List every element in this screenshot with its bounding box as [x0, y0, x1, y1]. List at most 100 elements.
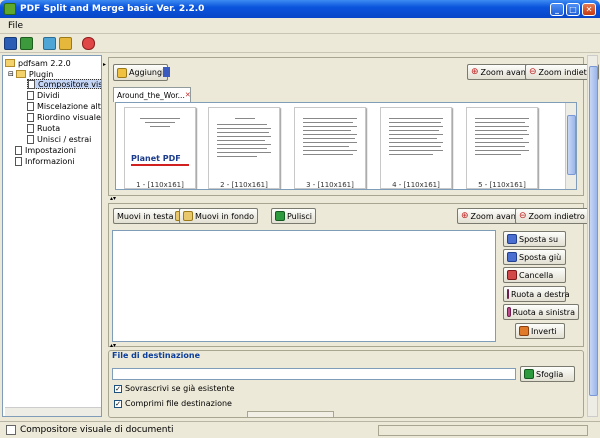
- page-thumbnail[interactable]: Planet PDF 1 - [110x161]: [124, 107, 196, 189]
- bookmark-icon[interactable]: [163, 67, 170, 77]
- move-up-label: Sposta su: [519, 234, 559, 244]
- thumbnails-scrollbar[interactable]: [565, 103, 576, 189]
- tree-item-visual-composer[interactable]: Compositore visuale: [27, 79, 102, 89]
- tree-item-split[interactable]: Dividi: [27, 90, 60, 100]
- compress-checkbox[interactable]: ✓ Comprimi file destinazione: [114, 399, 232, 408]
- move-top-label: Muovi in testa: [117, 211, 174, 221]
- tree-item-label: Riordino visuale: [37, 112, 101, 122]
- destination-section-label: File di destinazione: [112, 351, 203, 360]
- destination-path-input[interactable]: [112, 368, 516, 380]
- move-down-button[interactable]: Sposta giù: [503, 249, 566, 265]
- document-icon: [15, 156, 22, 166]
- page-list[interactable]: [112, 230, 496, 342]
- delete-label: Cancella: [519, 270, 554, 280]
- folder-icon: [524, 369, 534, 379]
- exit-icon[interactable]: [82, 37, 95, 50]
- planet-pdf-logo: Planet PDF: [131, 154, 181, 163]
- tree-item-alternate-mix[interactable]: Miscelazione alternata: [27, 101, 101, 111]
- tree-settings[interactable]: Impostazioni: [15, 145, 76, 155]
- rotate-left-button[interactable]: Ruota a sinistra: [503, 304, 579, 320]
- clean-icon[interactable]: [59, 37, 72, 50]
- document-icon: [27, 134, 34, 144]
- zoom-out-label: Zoom indietro: [528, 211, 585, 221]
- folder-open-icon: [15, 70, 26, 78]
- rotate-right-label: Ruota a destra: [511, 289, 570, 299]
- status-icon: [6, 425, 16, 435]
- checkbox-box[interactable]: ✓: [114, 399, 122, 408]
- browse-label: Sfoglia: [536, 369, 564, 379]
- toolbar: [0, 35, 600, 53]
- tree-plugins-label: Plugin: [28, 69, 54, 79]
- move-bottom-icon: [183, 211, 193, 221]
- thumbnails-area: Planet PDF 1 - [110x161] 2 - [110x161] 3…: [115, 102, 577, 190]
- tab-label: Around_the_Wor...: [117, 90, 185, 100]
- rotate-right-button[interactable]: Ruota a destra: [503, 286, 570, 302]
- delete-button[interactable]: Cancella: [503, 267, 566, 283]
- clear-button[interactable]: Pulisci: [271, 208, 316, 224]
- move-down-label: Sposta giù: [519, 252, 562, 262]
- move-bottom-button[interactable]: Muovi in fondo: [179, 208, 258, 224]
- page-thumbnail[interactable]: 2 - [110x161]: [208, 107, 280, 189]
- save-icon[interactable]: [4, 37, 17, 50]
- page-thumbnail[interactable]: 3 - [110x161]: [294, 107, 366, 189]
- document-icon: [27, 90, 34, 100]
- menu-file[interactable]: File: [8, 21, 23, 31]
- invert-label: Inverti: [531, 326, 557, 336]
- tree-item-label: Ruota: [37, 123, 61, 133]
- thumbnail-label: 4 - [110x161]: [392, 181, 440, 189]
- tree-info[interactable]: Informazioni: [15, 156, 75, 166]
- tree-item-merge-extract[interactable]: Unisci / estrai: [27, 134, 91, 144]
- close-tab-icon[interactable]: ✕: [185, 91, 191, 99]
- zoom-in-label: Zoom avanti: [480, 67, 532, 77]
- zoom-in-icon: ⊕: [461, 211, 469, 221]
- tree-item-label: Compositore visuale: [38, 79, 102, 89]
- bottom-zoom-out-button[interactable]: ⊖ Zoom indietro: [515, 208, 589, 224]
- add-button[interactable]: Aggiungi: [113, 64, 169, 81]
- invert-button[interactable]: Inverti: [515, 323, 565, 339]
- document-icon: [15, 145, 22, 155]
- main-vertical-scrollbar[interactable]: [587, 55, 598, 417]
- thumbnail-label: 1 - [110x161]: [136, 181, 184, 189]
- add-icon: [117, 67, 127, 78]
- document-icon: [27, 101, 34, 111]
- open-icon[interactable]: [20, 37, 33, 50]
- page-thumbnail[interactable]: 4 - [110x161]: [380, 107, 452, 189]
- rotate-left-label: Ruota a sinistra: [512, 307, 575, 317]
- tree-root[interactable]: pdfsam 2.2.0: [5, 58, 71, 68]
- maximize-button[interactable]: □: [566, 2, 580, 16]
- rotate-left-icon: [507, 307, 511, 317]
- close-button[interactable]: ✕: [582, 2, 596, 16]
- tree-item-visual-reorder[interactable]: Riordino visuale: [27, 112, 101, 122]
- settings-icon[interactable]: [43, 37, 56, 50]
- arrow-down-icon: [507, 252, 517, 262]
- page-thumbnail[interactable]: 5 - [110x161]: [466, 107, 538, 189]
- compress-label: Comprimi file destinazione: [125, 399, 232, 408]
- clear-label: Pulisci: [287, 211, 312, 221]
- browse-button[interactable]: Sfoglia: [520, 366, 575, 382]
- tree-horizontal-scrollbar[interactable]: [5, 407, 101, 416]
- folder-icon: [5, 59, 15, 67]
- tree-item-label: Miscelazione alternata: [37, 101, 101, 111]
- panel-divider[interactable]: ▴▾: [110, 196, 584, 202]
- document-tab[interactable]: Around_the_Wor... ✕: [113, 87, 191, 102]
- minimize-button[interactable]: _: [550, 2, 564, 16]
- tree-settings-label: Impostazioni: [25, 145, 76, 155]
- scrollbar-thumb[interactable]: [589, 66, 598, 396]
- menu-bar: File: [0, 18, 600, 34]
- checkbox-box[interactable]: ✓: [114, 384, 122, 393]
- arrow-up-icon: [507, 234, 517, 244]
- scrollbar-thumb[interactable]: [567, 115, 576, 175]
- thumbnail-label: 5 - [110x161]: [478, 181, 526, 189]
- title-bar: PDF Split and Merge basic Ver. 2.2.0 _ □…: [0, 0, 600, 18]
- thumbnail-label: 3 - [110x161]: [306, 181, 354, 189]
- add-label: Aggiungi: [129, 68, 165, 77]
- move-top-button[interactable]: Muovi in testa: [113, 208, 190, 224]
- panel-divider[interactable]: ▴▾: [110, 343, 584, 349]
- clear-icon: [275, 211, 285, 221]
- move-bottom-label: Muovi in fondo: [195, 211, 254, 221]
- thumbnail-label: 2 - [110x161]: [220, 181, 268, 189]
- overwrite-checkbox[interactable]: ✓ Sovrascrivi se già esistente: [114, 384, 235, 393]
- tree-plugins[interactable]: ⊟ Plugin: [8, 69, 53, 79]
- tree-item-rotate[interactable]: Ruota: [27, 123, 60, 133]
- move-up-button[interactable]: Sposta su: [503, 231, 566, 247]
